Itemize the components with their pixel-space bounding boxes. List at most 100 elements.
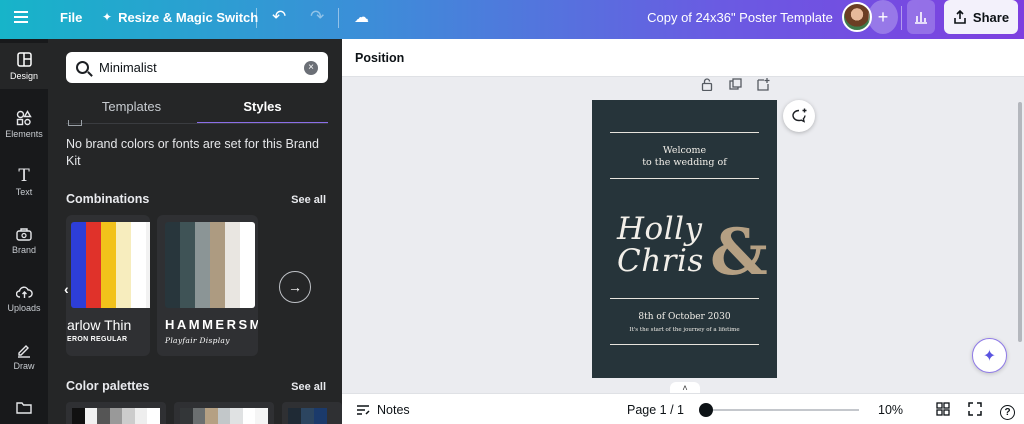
poster-page[interactable]: Welcome to the wedding of Holly Chris & … [592, 100, 777, 378]
scroll-right-icon[interactable]: → [279, 271, 311, 303]
lock-icon[interactable] [700, 77, 714, 91]
color-swatch [97, 408, 110, 424]
notes-button[interactable]: Notes [356, 403, 410, 417]
color-swatch [195, 222, 210, 308]
tabs-divider [66, 123, 328, 124]
left-rail: Design Elements T Text Brand Uploads Dra… [0, 39, 48, 424]
shapes-icon [15, 109, 33, 126]
color-swatch [86, 222, 101, 308]
grid-view-icon[interactable] [936, 402, 950, 419]
panel-tabs: Templates Styles [66, 96, 328, 124]
notes-label: Notes [377, 403, 410, 417]
color-swatch [109, 408, 123, 424]
rail-item-text[interactable]: T Text [0, 159, 48, 205]
color-swatch [225, 222, 240, 308]
poster-welcome-line2[interactable]: to the wedding of [592, 157, 777, 169]
cloud-sync-icon[interactable]: ☁ [354, 0, 369, 34]
magic-assistant-icon[interactable]: ✦ [972, 338, 1007, 373]
search-box[interactable]: × [66, 52, 328, 83]
zoom-level[interactable]: 10% [878, 403, 903, 417]
search-input[interactable] [99, 60, 304, 75]
brand-icon [15, 226, 33, 242]
add-comment-icon[interactable] [783, 100, 815, 132]
color-swatch [192, 408, 206, 424]
combination-card[interactable]: HAMMERSM Playfair Display [157, 215, 258, 356]
rail-label: Design [9, 70, 38, 81]
color-swatch [116, 222, 131, 308]
position-button[interactable]: Position [355, 51, 404, 65]
page-indicator[interactable]: Page 1 / 1 [627, 403, 684, 417]
document-title[interactable]: Copy of 24x36" Poster Template [600, 0, 880, 34]
combinations-see-all-link[interactable]: See all [291, 194, 326, 206]
rail-label: Elements [5, 128, 43, 139]
rail-item-projects[interactable] [0, 391, 48, 421]
undo-icon[interactable]: ↶ [272, 0, 286, 34]
color-swatch [131, 222, 146, 308]
rail-label: Brand [11, 244, 37, 255]
top-bar: File ✦ Resize & Magic Switch ↶ ↷ ☁ Copy … [0, 0, 1024, 39]
color-swatch [165, 222, 180, 308]
resize-magic-switch-button[interactable]: ✦ Resize & Magic Switch [102, 0, 258, 34]
redo-icon[interactable]: ↷ [310, 0, 324, 34]
fullscreen-icon[interactable] [968, 402, 982, 419]
combination-font-heading: arlow Thin [67, 317, 132, 333]
rail-item-uploads[interactable]: Uploads [0, 275, 48, 321]
color-swatch [122, 408, 135, 424]
combination-font-heading: HAMMERSM [165, 317, 258, 332]
menu-icon[interactable] [14, 0, 36, 34]
color-palette-card[interactable] [174, 402, 274, 424]
rail-item-draw[interactable]: Draw [0, 333, 48, 379]
color-swatch [71, 222, 86, 308]
file-menu-button[interactable]: File [60, 0, 82, 34]
zoom-slider-handle[interactable] [699, 403, 713, 417]
color-swatch [134, 408, 148, 424]
share-upload-icon [954, 10, 966, 24]
vertical-scrollbar[interactable] [1018, 102, 1022, 342]
clear-search-icon[interactable]: × [304, 60, 318, 75]
poster-tagline[interactable]: It's the start of the journey of a lifet… [592, 327, 777, 333]
tab-templates[interactable]: Templates [66, 96, 197, 124]
combination-card[interactable]: arlow Thin ERON REGULAR [66, 215, 150, 356]
zoom-slider-track[interactable] [706, 409, 859, 411]
color-swatch [255, 408, 269, 424]
rail-item-brand[interactable]: Brand [0, 217, 48, 263]
rail-label: Draw [13, 360, 35, 371]
add-collaborator-icon[interactable]: + [868, 0, 898, 34]
combinations-title: Combinations [66, 192, 150, 206]
divider [338, 8, 339, 28]
rail-item-elements[interactable]: Elements [0, 101, 48, 147]
add-page-icon[interactable] [756, 77, 770, 91]
sparkle-icon: ✦ [102, 10, 113, 24]
poster-name2[interactable]: Chris [617, 245, 704, 278]
rail-item-design[interactable]: Design [0, 43, 48, 89]
styles-panel: × Templates Styles No brand colors or fo… [48, 39, 342, 424]
poster-name1[interactable]: Holly [617, 213, 703, 246]
help-icon[interactable]: ? [1000, 402, 1015, 420]
color-palette-card[interactable] [282, 402, 342, 424]
combination-swatches [165, 222, 255, 308]
folder-icon [15, 399, 33, 415]
notes-icon [357, 405, 370, 415]
poster-welcome-line1[interactable]: Welcome [592, 145, 777, 157]
share-button[interactable]: Share [944, 0, 1018, 34]
brand-kit-message: No brand colors or fonts are set for thi… [66, 120, 326, 170]
duplicate-page-icon[interactable] [728, 77, 742, 91]
insights-chart-icon[interactable] [907, 0, 935, 34]
tab-styles[interactable]: Styles [197, 96, 328, 124]
combination-font-body: Playfair Display [165, 336, 230, 345]
search-icon [76, 61, 89, 74]
color-swatch [242, 408, 256, 424]
share-label: Share [972, 9, 1010, 25]
color-palettes-title: Color palettes [66, 379, 150, 393]
color-swatch [180, 408, 193, 424]
poster-date[interactable]: 8th of October 2030 [592, 312, 777, 322]
pen-icon [15, 342, 33, 358]
color-palette-card[interactable] [66, 402, 166, 424]
rail-label: Uploads [7, 302, 41, 313]
color-swatch [210, 222, 225, 308]
poster-ampersand[interactable]: & [710, 218, 768, 288]
color-swatch [180, 222, 195, 308]
palettes-see-all-link[interactable]: See all [291, 381, 326, 393]
footer-bar: Notes Page 1 / 1 10% ? [342, 393, 1024, 424]
scroll-left-icon[interactable]: ‹ [64, 281, 69, 297]
